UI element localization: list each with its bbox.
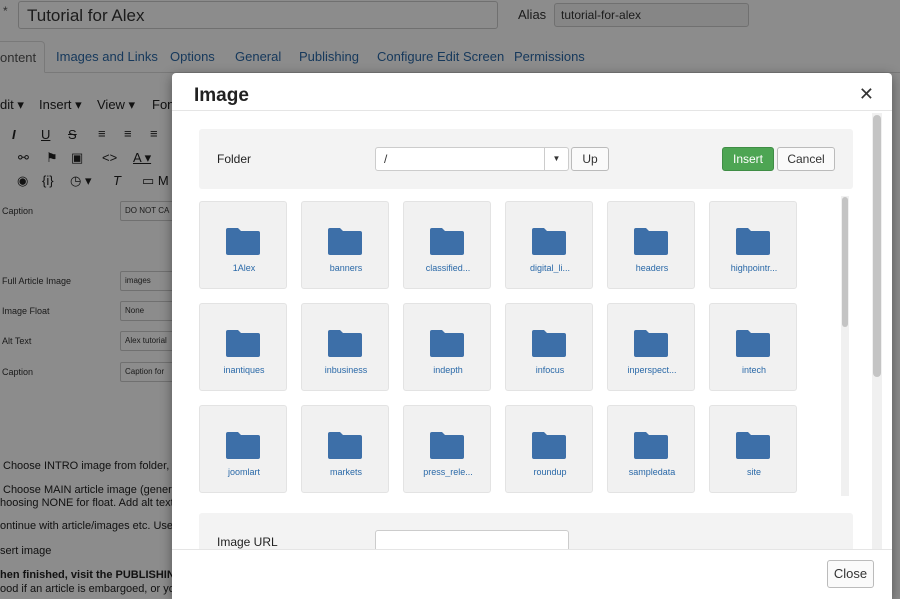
folder-name: classified... [425,263,471,273]
folder-tile[interactable]: site [709,405,797,493]
folder-name: 1Alex [232,263,256,273]
modal-scrollbar[interactable] [872,113,882,549]
folder-grid-scrollbar-thumb[interactable] [842,197,848,327]
folder-icon [736,228,770,255]
folder-tile[interactable]: press_rele... [403,405,491,493]
folder-grid-scrollbar[interactable] [841,196,849,496]
chevron-down-icon[interactable]: ▼ [544,148,568,170]
folder-tile[interactable]: roundup [505,405,593,493]
folder-icon [634,432,668,459]
folder-tile[interactable]: highpointr... [709,201,797,289]
folder-name: headers [635,263,669,273]
folder-name: indepth [433,365,463,375]
folder-tile[interactable]: inantiques [199,303,287,391]
modal-header: Image ✕ [172,73,892,111]
folder-name: site [746,467,761,477]
folder-icon [328,330,362,357]
folder-name: banners [329,263,363,273]
folder-name: roundup [533,467,567,477]
folder-name: inantiques [223,365,265,375]
modal-footer: Close [172,549,892,599]
folder-tile[interactable]: intech [709,303,797,391]
up-button[interactable]: Up [571,147,609,171]
modal-scrollbar-thumb[interactable] [873,115,881,377]
image-modal: Image ✕ Folder / ▼ Up Insert Cancel 1Ale… [172,73,892,599]
folder-tile[interactable]: banners [301,201,389,289]
folder-name: joomlart [227,467,260,477]
folder-icon [226,228,260,255]
folder-icon [532,432,566,459]
folder-icon [430,228,464,255]
folder-icon [634,228,668,255]
folder-name: sampledata [628,467,676,477]
folder-select[interactable]: / ▼ [375,147,569,171]
folder-name: highpointr... [730,263,778,273]
insert-button[interactable]: Insert [722,147,774,171]
folder-name: markets [329,467,362,477]
folder-name: digital_li... [529,263,571,273]
folder-icon [328,432,362,459]
folder-icon [532,330,566,357]
folder-icon [430,432,464,459]
folder-tile[interactable]: sampledata [607,405,695,493]
folder-tile[interactable]: markets [301,405,389,493]
folder-icon [328,228,362,255]
folder-select-value: / [384,152,388,166]
folder-tile[interactable]: classified... [403,201,491,289]
folder-icon [226,432,260,459]
close-icon[interactable]: ✕ [859,85,874,103]
folder-icon [736,330,770,357]
image-url-input[interactable] [375,530,569,549]
folder-tile[interactable]: inperspect... [607,303,695,391]
folder-tile[interactable]: indepth [403,303,491,391]
folder-tile[interactable]: infocus [505,303,593,391]
folder-tile[interactable]: inbusiness [301,303,389,391]
modal-title: Image [194,85,249,106]
folder-name: inbusiness [324,365,368,375]
folder-name: intech [741,365,767,375]
folder-name: press_rele... [423,467,473,477]
image-url-bar: Image URL [199,513,853,549]
modal-body: Folder / ▼ Up Insert Cancel 1Alex banners… [172,112,892,549]
folder-tile[interactable]: 1Alex [199,201,287,289]
folder-grid: 1Alex banners classified... digital_li... he… [199,201,845,501]
folder-toolbar: Folder / ▼ Up Insert Cancel [199,129,853,189]
cancel-button[interactable]: Cancel [777,147,835,171]
folder-tile[interactable]: headers [607,201,695,289]
folder-tile[interactable]: digital_li... [505,201,593,289]
folder-label: Folder [217,152,252,166]
folder-name: infocus [535,365,565,375]
folder-icon [736,432,770,459]
close-button[interactable]: Close [827,560,874,588]
folder-icon [226,330,260,357]
folder-icon [430,330,464,357]
folder-icon [634,330,668,357]
folder-icon [532,228,566,255]
folder-name: inperspect... [627,365,677,375]
image-url-label: Image URL [217,535,278,549]
folder-tile[interactable]: joomlart [199,405,287,493]
